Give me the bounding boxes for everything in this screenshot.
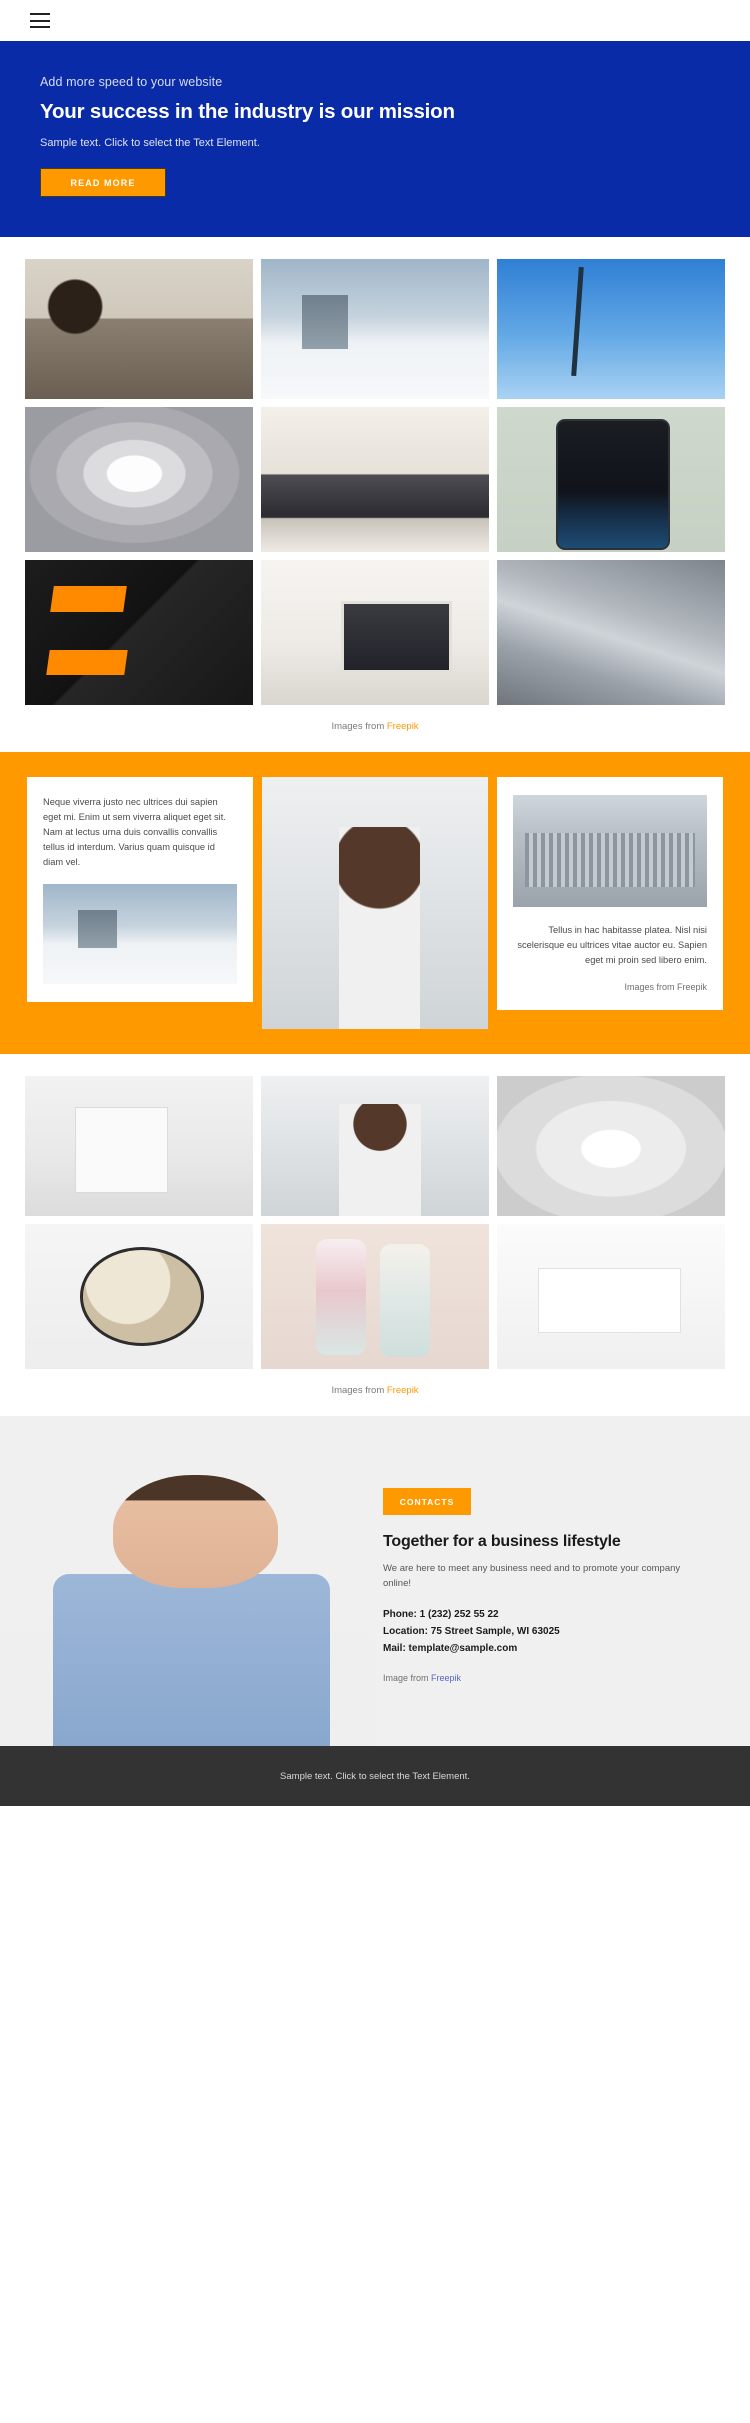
orange-middle-card-image[interactable] <box>262 777 488 1029</box>
read-more-button[interactable]: READ MORE <box>40 168 166 197</box>
gallery-image-laptop-with-marketing-graph[interactable] <box>261 407 489 552</box>
hamburger-line <box>30 26 50 28</box>
freepik-link[interactable]: Freepik <box>387 721 419 732</box>
contacts-credit: Image from Freepik <box>383 1673 710 1683</box>
orange-card-grid: Neque viverra justo nec ultrices dui sap… <box>27 777 723 1029</box>
contacts-button[interactable]: CONTACTS <box>383 1488 471 1515</box>
hamburger-menu-icon[interactable] <box>30 13 50 28</box>
gallery-image-black-orange-business-cards[interactable] <box>25 560 253 705</box>
orange-left-card-text: Neque viverra justo nec ultrices dui sap… <box>43 797 226 868</box>
orange-right-card: Tellus in hac habitasse platea. Nisl nis… <box>497 777 723 1011</box>
gallery-two-caption: Images from Freepik <box>25 1369 725 1416</box>
gallery-image-globe-with-sticky-note[interactable] <box>25 1224 253 1369</box>
gallery-one-caption: Images from Freepik <box>25 705 725 752</box>
caption-prefix: Images from <box>331 721 387 732</box>
hero-subtitle: Sample text. Click to select the Text El… <box>40 137 260 149</box>
orange-right-card-image[interactable] <box>513 795 707 907</box>
contacts-phone: Phone: 1 (232) 252 55 22 <box>383 1609 499 1621</box>
hamburger-line <box>30 13 50 15</box>
top-navigation-bar <box>0 0 750 41</box>
contacts-lead-text: We are here to meet any business need an… <box>383 1563 681 1590</box>
orange-right-card-text: Tellus in hac habitasse platea. Nisl nis… <box>517 925 707 966</box>
image-grid-two <box>25 1076 725 1369</box>
image-grid-one <box>25 259 725 705</box>
page-footer: Sample text. Click to select the Text El… <box>0 1746 750 1806</box>
orange-left-card-image[interactable] <box>43 884 237 985</box>
orange-left-card: Neque viverra justo nec ultrices dui sap… <box>27 777 253 1003</box>
gallery-image-woman-by-window[interactable] <box>261 1076 489 1216</box>
contacts-portrait-image <box>0 1416 375 1746</box>
gallery-section-one: Images from Freepik <box>0 237 750 752</box>
gallery-image-desk-with-laptop-and-pens[interactable] <box>261 560 489 705</box>
contacts-location: Location: 75 Street Sample, WI 63025 <box>383 1626 560 1638</box>
gallery-image-palm-tree-against-sky[interactable] <box>497 259 725 399</box>
orange-right-card-credit: Images from Freepik <box>624 982 707 993</box>
orange-feature-section: Neque viverra justo nec ultrices dui sap… <box>0 752 750 1054</box>
freepik-link[interactable]: Freepik <box>387 1385 419 1396</box>
hero-kicker: Add more speed to your website <box>40 75 223 89</box>
gallery-image-smartphone-showing-time[interactable] <box>497 407 725 552</box>
contacts-content: CONTACTS Together for a business lifesty… <box>375 1416 750 1746</box>
gallery-image-white-curved-corridor[interactable] <box>497 1076 725 1216</box>
credit-prefix: Image from <box>383 1672 432 1683</box>
gallery-image-two-cosmetic-bottles[interactable] <box>261 1224 489 1369</box>
gallery-image-white-spiral-staircase[interactable] <box>25 407 253 552</box>
gallery-image-man-writing-at-desk[interactable] <box>25 259 253 399</box>
gallery-image-city-skyline-in-clouds[interactable] <box>261 259 489 399</box>
contacts-mail: Mail: template@sample.com <box>383 1642 518 1654</box>
hamburger-line <box>30 19 50 22</box>
gallery-image-business-meeting-table[interactable] <box>497 1224 725 1369</box>
caption-prefix: Images from <box>331 1385 387 1396</box>
orange-middle-card <box>262 777 488 1029</box>
gallery-image-notebook-and-coffee-flatlay[interactable] <box>25 1076 253 1216</box>
contacts-title: Together for a business lifestyle <box>383 1533 621 1550</box>
hero-section: Add more speed to your website Your succ… <box>0 41 750 237</box>
footer-text: Sample text. Click to select the Text El… <box>280 1770 470 1782</box>
gallery-section-two: Images from Freepik <box>0 1054 750 1416</box>
hero-title: Your success in the industry is our miss… <box>40 100 455 123</box>
gallery-image-skyscraper-from-below[interactable] <box>497 560 725 705</box>
contacts-section: CONTACTS Together for a business lifesty… <box>0 1416 750 1746</box>
freepik-link[interactable]: Freepik <box>431 1673 461 1683</box>
